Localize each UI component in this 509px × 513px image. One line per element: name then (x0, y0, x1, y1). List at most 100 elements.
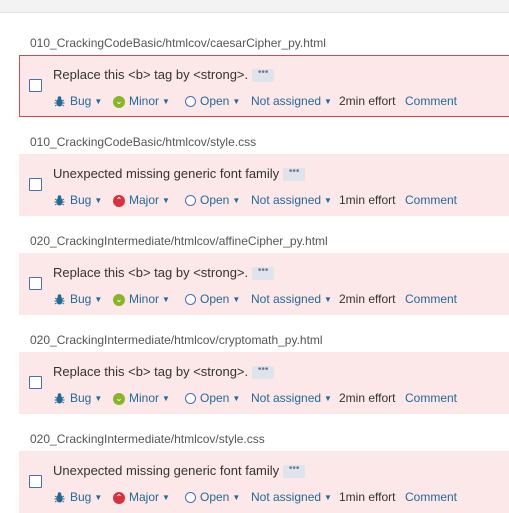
status-dropdown[interactable]: Open ▼ (185, 390, 240, 407)
effort-text: 2min effort (339, 292, 396, 306)
chevron-down-icon: ▼ (324, 97, 332, 106)
assignee-dropdown[interactable]: Not assigned ▼ (251, 489, 332, 506)
issue-card[interactable]: Unexpected missing generic font family ••… (19, 154, 509, 216)
chevron-down-icon: ▼ (232, 394, 241, 403)
issue-card[interactable]: Replace this <b> tag by <strong>. ••• Bug… (19, 352, 509, 414)
issue-card[interactable]: Replace this <b> tag by <strong>. ••• Bug… (19, 253, 509, 315)
severity-label: Major (129, 490, 160, 504)
open-status-icon (185, 393, 196, 405)
issue-type-label: Bug (70, 292, 92, 306)
severity-label: Major (129, 193, 160, 207)
status-label: Open (200, 193, 230, 207)
issue-checkbox[interactable] (29, 475, 42, 488)
file-path[interactable]: 020_CrackingIntermediate/htmlcov/style.c… (30, 432, 265, 446)
issue-type-label: Bug (70, 490, 92, 504)
effort-text: 2min effort (339, 391, 396, 405)
minor-icon: ⌄ (113, 95, 125, 108)
status-label: Open (200, 490, 230, 504)
status-label: Open (200, 391, 230, 405)
issue-checkbox[interactable] (29, 376, 42, 389)
more-icon[interactable]: ••• (283, 167, 306, 182)
issue-message[interactable]: Replace this <b> tag by <strong>. (53, 364, 248, 379)
comment-link[interactable]: Comment (405, 489, 457, 505)
comment-link[interactable]: Comment (405, 93, 457, 109)
severity-dropdown[interactable]: ⌃ Major ▼ (113, 489, 170, 506)
more-icon[interactable]: ••• (252, 365, 275, 380)
severity-dropdown[interactable]: ⌄ Minor ▼ (113, 291, 170, 308)
major-icon: ⌃ (113, 491, 125, 504)
chevron-down-icon: ▼ (162, 97, 170, 106)
chevron-down-icon: ▼ (162, 493, 170, 502)
issue-message[interactable]: Replace this <b> tag by <strong>. (53, 67, 248, 82)
chevron-down-icon: ▼ (324, 196, 332, 205)
issue-message[interactable]: Unexpected missing generic font family (53, 166, 279, 181)
major-icon: ⌃ (113, 194, 125, 207)
minor-icon: ⌄ (113, 293, 125, 306)
file-path[interactable]: 010_CrackingCodeBasic/htmlcov/style.css (30, 135, 256, 149)
assignee-label: Not assigned (251, 193, 322, 207)
minor-icon: ⌄ (113, 392, 125, 405)
chevron-down-icon: ▼ (162, 295, 170, 304)
assignee-dropdown[interactable]: Not assigned ▼ (251, 390, 332, 407)
file-path[interactable]: 010_CrackingCodeBasic/htmlcov/caesarCiph… (30, 36, 326, 50)
severity-label: Minor (129, 391, 160, 405)
severity-dropdown[interactable]: ⌄ Minor ▼ (113, 93, 170, 110)
severity-dropdown[interactable]: ⌄ Minor ▼ (113, 390, 170, 407)
issue-type-label: Bug (70, 94, 92, 108)
assignee-label: Not assigned (251, 94, 322, 108)
issue-type-dropdown[interactable]: Bug ▼ (53, 93, 102, 110)
comment-link[interactable]: Comment (405, 192, 457, 208)
assignee-label: Not assigned (251, 490, 322, 504)
issue-card[interactable]: Replace this <b> tag by <strong>. ••• Bug… (19, 55, 509, 117)
assignee-label: Not assigned (251, 292, 322, 306)
issue-type-dropdown[interactable]: Bug ▼ (53, 390, 102, 407)
chevron-down-icon: ▼ (232, 295, 241, 304)
status-dropdown[interactable]: Open ▼ (185, 291, 240, 308)
effort-text: 2min effort (339, 94, 396, 108)
assignee-dropdown[interactable]: Not assigned ▼ (251, 291, 332, 308)
assignee-dropdown[interactable]: Not assigned ▼ (251, 192, 332, 209)
chevron-down-icon: ▼ (94, 97, 103, 106)
chevron-down-icon: ▼ (232, 196, 241, 205)
comment-link[interactable]: Comment (405, 390, 457, 406)
issue-message[interactable]: Unexpected missing generic font family (53, 463, 279, 478)
issue-checkbox[interactable] (29, 79, 42, 92)
open-status-icon (185, 294, 196, 306)
chevron-down-icon: ▼ (162, 196, 170, 205)
issue-message[interactable]: Replace this <b> tag by <strong>. (53, 265, 248, 280)
chevron-down-icon: ▼ (94, 196, 103, 205)
bug-icon (54, 195, 65, 206)
severity-dropdown[interactable]: ⌃ Major ▼ (113, 192, 170, 209)
issue-checkbox[interactable] (29, 277, 42, 290)
bug-icon (54, 96, 65, 107)
chevron-down-icon: ▼ (94, 394, 103, 403)
bug-icon (54, 294, 65, 305)
open-status-icon (185, 96, 196, 108)
issue-type-dropdown[interactable]: Bug ▼ (53, 489, 102, 506)
issue-type-label: Bug (70, 193, 92, 207)
more-icon[interactable]: ••• (252, 68, 275, 83)
issue-type-dropdown[interactable]: Bug ▼ (53, 192, 102, 209)
issue-type-dropdown[interactable]: Bug ▼ (53, 291, 102, 308)
status-label: Open (200, 292, 230, 306)
status-dropdown[interactable]: Open ▼ (185, 489, 240, 506)
comment-link[interactable]: Comment (405, 291, 457, 307)
chevron-down-icon: ▼ (324, 394, 332, 403)
status-dropdown[interactable]: Open ▼ (185, 93, 240, 110)
assignee-label: Not assigned (251, 391, 322, 405)
status-label: Open (200, 94, 230, 108)
status-dropdown[interactable]: Open ▼ (185, 192, 240, 209)
top-toolbar (0, 0, 509, 13)
file-path[interactable]: 020_CrackingIntermediate/htmlcov/affineC… (30, 234, 328, 248)
chevron-down-icon: ▼ (232, 493, 241, 502)
more-icon[interactable]: ••• (252, 266, 275, 281)
file-path[interactable]: 020_CrackingIntermediate/htmlcov/cryptom… (30, 333, 323, 347)
issue-checkbox[interactable] (29, 178, 42, 191)
assignee-dropdown[interactable]: Not assigned ▼ (251, 93, 332, 110)
effort-text: 1min effort (339, 193, 396, 207)
issue-type-label: Bug (70, 391, 92, 405)
chevron-down-icon: ▼ (94, 493, 103, 502)
open-status-icon (185, 195, 196, 207)
issue-card[interactable]: Unexpected missing generic font family ••… (19, 451, 509, 513)
more-icon[interactable]: ••• (283, 464, 306, 479)
